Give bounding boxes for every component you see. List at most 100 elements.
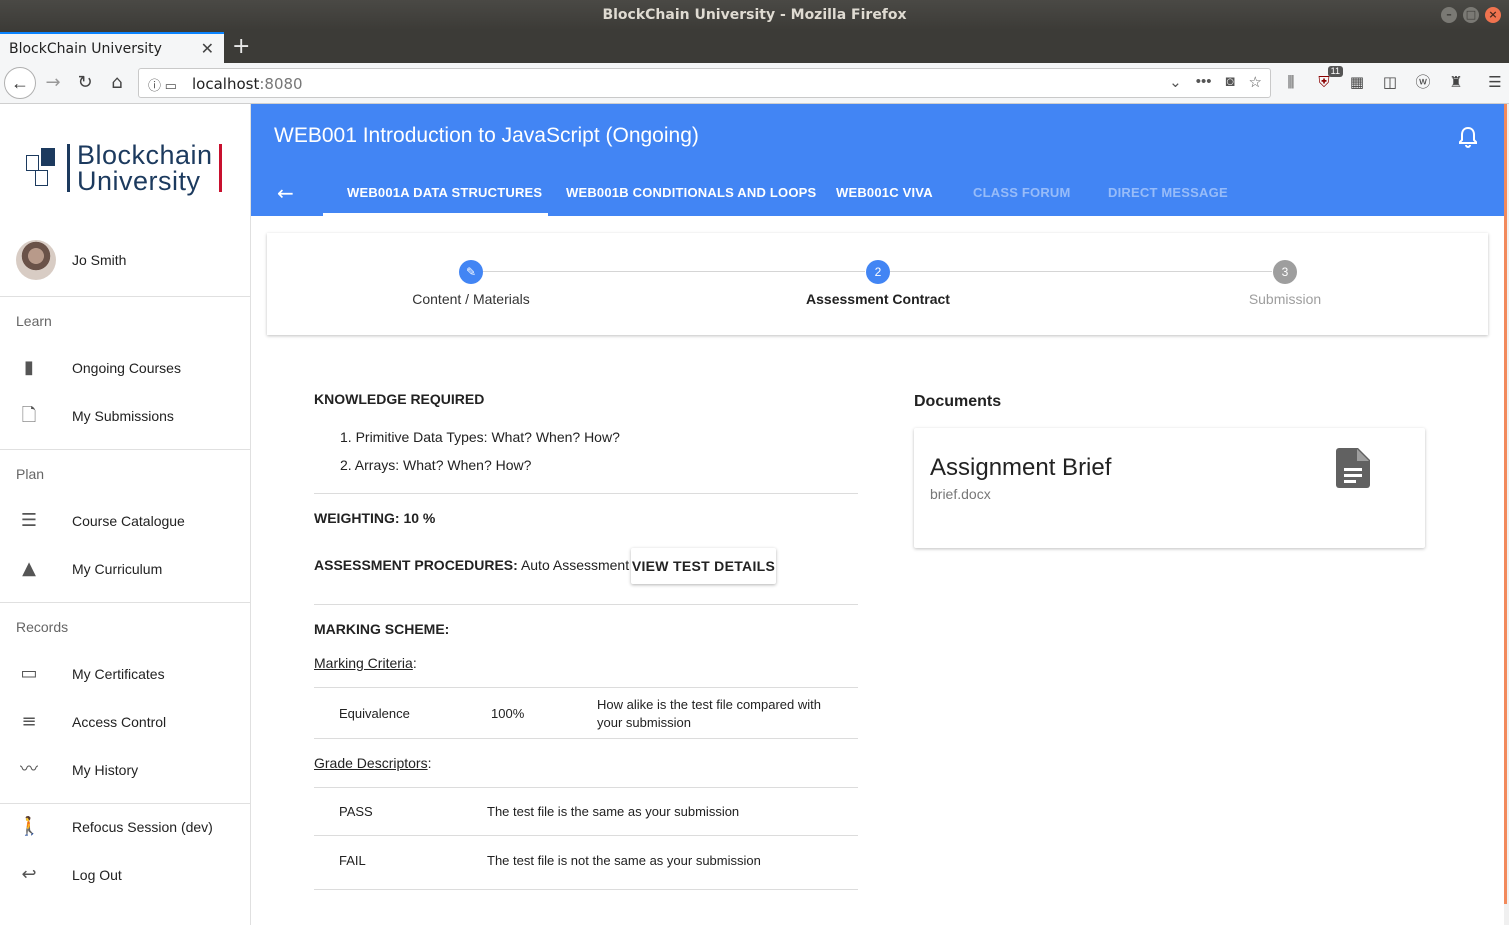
url-bar[interactable]: ⓘ ▭ localhost:8080 ⌄ ••• ◙ ☆ (138, 68, 1271, 98)
marking-criteria-row: Marking Criteria: (314, 655, 417, 671)
tab-web001b[interactable]: WEB001B CONDITIONALS AND LOOPS (566, 185, 816, 200)
window-controls: – □ × (1441, 7, 1501, 23)
site-info-icon[interactable]: ⓘ ▭ (148, 75, 177, 94)
url-dropdown-icon[interactable]: ⌄ (1169, 73, 1182, 91)
course-appbar: WEB001 Introduction to JavaScript (Ongoi… (251, 104, 1504, 216)
section-header-records: Records (16, 619, 69, 635)
file-plus-icon: 🗋 (21, 405, 37, 426)
extensions-grid-icon[interactable]: ▦ (1346, 72, 1368, 94)
pocket-icon[interactable]: ◙ (1225, 73, 1234, 91)
extension-icon[interactable]: ♜ (1445, 72, 1467, 94)
walk-icon: 🚶 (18, 816, 41, 837)
knowledge-item: 1. Primitive Data Types: What? When? How… (340, 429, 620, 445)
page-title: WEB001 Introduction to JavaScript (Ongoi… (274, 124, 699, 147)
marking-criteria-link[interactable]: Marking Criteria (314, 655, 413, 671)
divider (0, 296, 250, 297)
grade-description: The test file is not the same as your su… (487, 853, 761, 868)
step-1-label[interactable]: Content / Materials (351, 291, 591, 307)
weighting-row: WEIGHTING: 10 % (314, 510, 435, 526)
sidebar-item-course-catalogue[interactable]: ☰ Course Catalogue (0, 500, 250, 544)
reply-icon: ↩ (21, 864, 37, 885)
section-header-plan: Plan (16, 466, 45, 482)
maximize-button[interactable]: □ (1463, 7, 1479, 23)
document-title[interactable]: Assignment Brief (930, 454, 1111, 482)
sidebar-item-ongoing-courses[interactable]: ▮ Ongoing Courses (0, 347, 250, 391)
logo-mark (26, 148, 60, 190)
step-3-number: 3 (1273, 260, 1297, 284)
browser-navbar: ← → ↻ ⌂ ⓘ ▭ localhost:8080 ⌄ ••• ◙ ☆ ⫼ ⛨… (0, 63, 1509, 104)
table-divider (314, 835, 858, 836)
step-2-number[interactable]: 2 (866, 260, 890, 284)
weighting-value: 10 % (403, 510, 436, 526)
browser-tab[interactable]: BlockChain University ✕ (0, 32, 224, 63)
book-icon: ▮ (24, 357, 34, 378)
user-name: Jo Smith (72, 252, 127, 268)
sidebar-item-access-control[interactable]: ≡ Access Control (0, 701, 250, 745)
criteria-name: Equivalence (339, 706, 410, 721)
page-scrollbar[interactable] (1504, 104, 1509, 925)
grade-name: FAIL (339, 853, 366, 868)
step-2-label[interactable]: Assessment Contract (758, 291, 998, 307)
tab-direct-message: DIRECT MESSAGE (1108, 185, 1228, 200)
tune-icon: ≡ (21, 711, 37, 732)
reload-icon[interactable]: ↻ (73, 71, 97, 95)
table-divider (314, 738, 858, 739)
back-arrow-icon[interactable]: ← (277, 181, 294, 205)
sidebar-item-refocus-session[interactable]: 🚶 Refocus Session (dev) (0, 806, 250, 850)
view-test-details-button[interactable]: VIEW TEST DETAILS (631, 548, 776, 584)
sidebar-item-log-out[interactable]: ↩ Log Out (0, 854, 250, 898)
ublock-icon[interactable]: ⛨ 11 (1313, 66, 1343, 94)
library-icon[interactable]: ⫼ (1280, 72, 1302, 94)
document-filename: brief.docx (930, 486, 991, 502)
marking-scheme-heading: MARKING SCHEME: (314, 621, 450, 637)
active-tab-indicator (323, 213, 548, 216)
url-text[interactable]: localhost:8080 (192, 75, 303, 93)
app-sidebar: Blockchain University Jo Smith Learn ▮ O… (0, 104, 251, 925)
wappalyzer-icon[interactable]: ⓦ (1412, 72, 1434, 94)
criteria-description: How alike is the test file compared with (597, 697, 821, 712)
university-logo[interactable]: Blockchain University (26, 140, 226, 196)
procedures-value: Auto Assessment (520, 557, 630, 573)
tab-web001a[interactable]: WEB001A DATA STRUCTURES (347, 185, 542, 200)
divider (0, 602, 250, 603)
table-divider (314, 687, 858, 688)
bookmark-star-icon[interactable]: ☆ (1249, 73, 1262, 91)
document-card[interactable]: Assignment Brief brief.docx (914, 428, 1425, 548)
knowledge-required-heading: KNOWLEDGE REQUIRED (314, 391, 485, 407)
sidebar-item-my-history[interactable]: 〰 My History (0, 749, 250, 793)
document-icon[interactable] (1336, 448, 1370, 488)
browser-forward-button[interactable]: → (41, 71, 65, 95)
grade-descriptors-link[interactable]: Grade Descriptors (314, 755, 428, 771)
sidebar-item-my-certificates[interactable]: ▭ My Certificates (0, 653, 250, 697)
table-divider (314, 787, 858, 788)
browser-back-button[interactable]: ← (4, 67, 36, 99)
page-actions-icon[interactable]: ••• (1196, 73, 1212, 91)
step-connector (483, 271, 865, 272)
criteria-description-cont: your submission (597, 715, 691, 730)
new-tab-button[interactable]: + (232, 34, 250, 59)
browser-tabstrip: BlockChain University ✕ + (0, 30, 1509, 63)
minimize-button[interactable]: – (1441, 7, 1457, 23)
sidebar-item-my-submissions[interactable]: 🗋 My Submissions (0, 395, 250, 439)
scrollbar-thumb[interactable] (1504, 104, 1507, 904)
sidebar-toggle-icon[interactable]: ◫ (1379, 72, 1401, 94)
tab-web001c[interactable]: WEB001C VIVA (836, 185, 933, 200)
logo-text-line2: University (77, 166, 201, 196)
trending-icon: 〰 (20, 759, 38, 780)
window-titlebar: BlockChain University - Mozilla Firefox … (0, 0, 1509, 30)
close-window-button[interactable]: × (1485, 7, 1501, 23)
user-profile[interactable]: Jo Smith (0, 236, 250, 296)
divider (0, 449, 250, 450)
tab-close-icon[interactable]: ✕ (201, 39, 214, 58)
procedures-row: ASSESSMENT PROCEDURES: Auto Assessment (314, 557, 629, 573)
step-1-edit-icon[interactable]: ✎ (459, 260, 483, 284)
divider (314, 604, 858, 605)
menu-icon[interactable]: ☰ (1484, 72, 1506, 94)
home-icon[interactable]: ⌂ (105, 71, 129, 95)
notifications-bell-icon[interactable] (1458, 126, 1478, 148)
knowledge-item: 2. Arrays: What? When? How? (340, 457, 532, 473)
list-icon: ☰ (20, 510, 38, 531)
divider (0, 803, 250, 804)
progress-stepper: ✎ Content / Materials 2 Assessment Contr… (267, 233, 1488, 335)
sidebar-item-my-curriculum[interactable]: ▲ My Curriculum (0, 548, 250, 592)
